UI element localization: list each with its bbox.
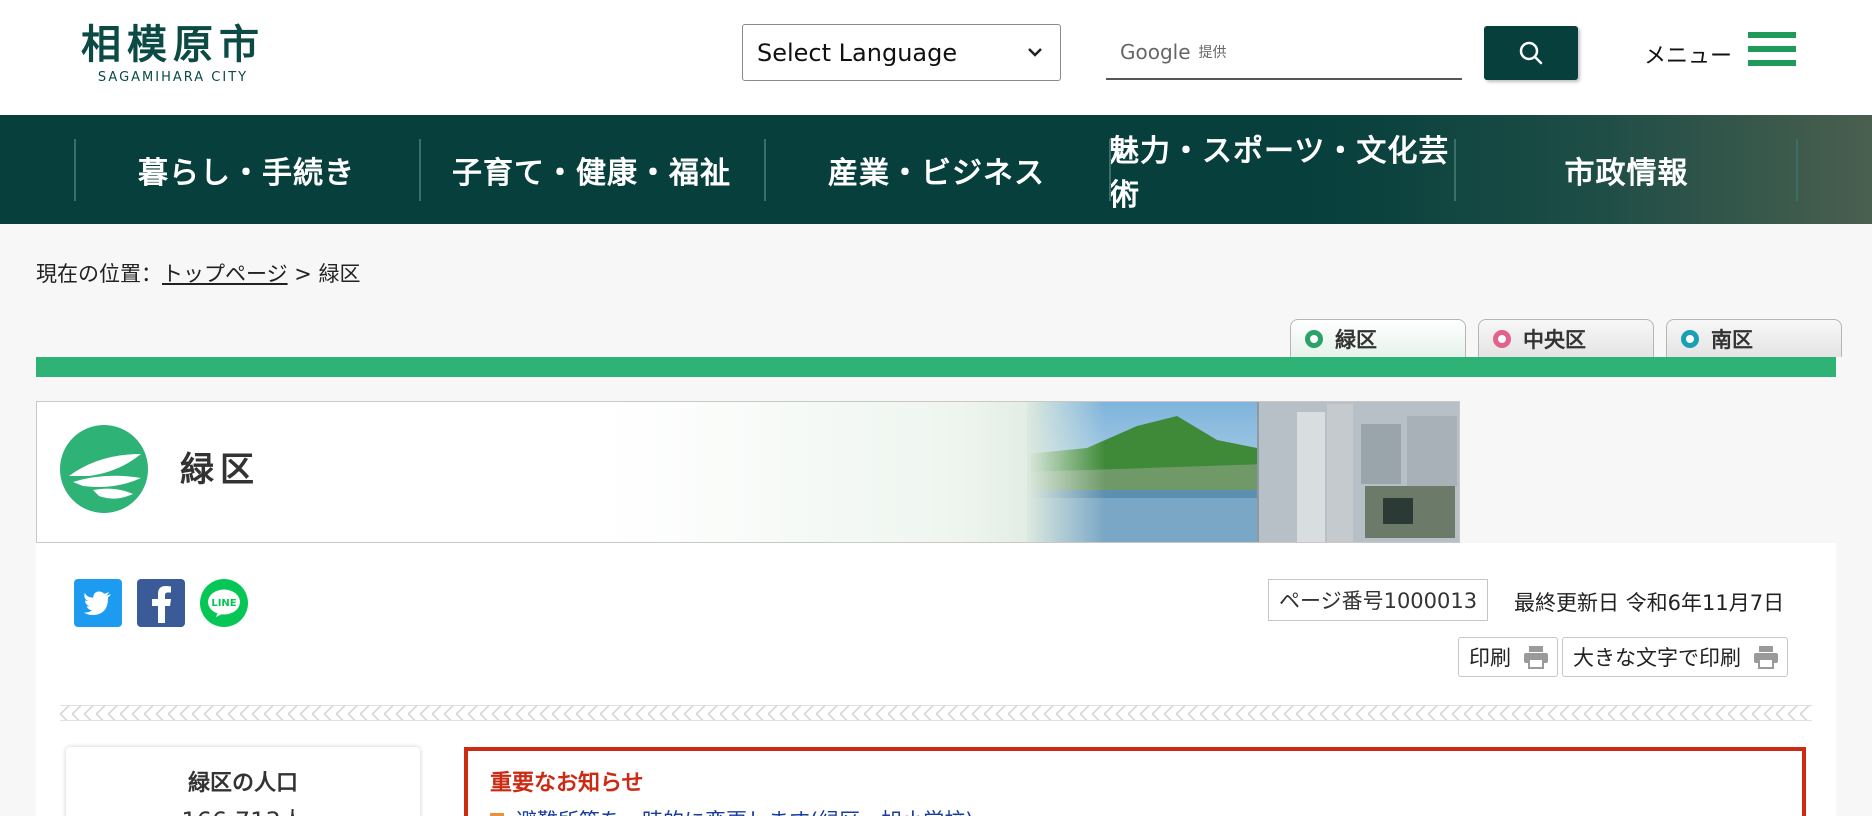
line-icon: LINE — [208, 589, 240, 617]
nav-item-business[interactable]: 産業・ビジネス — [764, 115, 1109, 224]
facebook-icon — [152, 586, 171, 623]
ward-dot-icon — [1493, 329, 1511, 348]
breadcrumb-current: 緑区 — [318, 262, 361, 286]
tab-chuo-ward[interactable]: 中央区 — [1478, 319, 1654, 357]
main-content: LINE ページ番号1000013 最終更新日 令和6年11月7日 印刷 大きな… — [36, 543, 1836, 816]
large-print-button[interactable]: 大きな文字で印刷 — [1562, 637, 1788, 677]
ward-tabs: 緑区 中央区 南区 — [1290, 319, 1854, 357]
tab-minami-ward[interactable]: 南区 — [1666, 319, 1842, 357]
logo-roman: SAGAMIHARA CITY — [97, 70, 249, 85]
ward-color-bar — [36, 357, 1836, 377]
hamburger-menu-icon[interactable] — [1748, 32, 1796, 70]
global-nav: 暮らし・手続き 子育て・健康・福祉 産業・ビジネス 魅力・スポーツ・文化芸術 市… — [0, 115, 1872, 224]
nav-item-culture-sports[interactable]: 魅力・スポーツ・文化芸術 — [1109, 115, 1454, 224]
search-input[interactable] — [1106, 26, 1462, 78]
print-button[interactable]: 印刷 — [1458, 637, 1558, 677]
site-header: 相模原市 SAGAMIHARA CITY Select Language Goo… — [0, 0, 1872, 115]
print-button-label: 印刷 — [1469, 646, 1511, 670]
search-icon — [1519, 41, 1543, 65]
logo-kanji: 相模原市 — [81, 21, 265, 68]
population-title: 緑区の人口 — [187, 771, 298, 796]
ward-scenery-image — [1027, 402, 1459, 542]
decorative-divider — [60, 705, 1812, 721]
ward-banner: 緑区 — [36, 401, 1460, 543]
population-value: 166,713人 — [66, 801, 420, 816]
breadcrumb-home-link[interactable]: トップページ — [162, 262, 288, 286]
nav-divider — [1796, 139, 1798, 201]
important-notice: 重要なお知らせ 避難所等を一時的に変更します(緑区・旭小学校) — [464, 747, 1806, 816]
nav-item-city-info[interactable]: 市政情報 — [1454, 115, 1799, 224]
large-print-button-label: 大きな文字で印刷 — [1573, 646, 1741, 670]
midori-ward-emblem-icon — [60, 425, 148, 513]
printer-icon — [1754, 646, 1778, 669]
nav-item-childcare-health[interactable]: 子育て・健康・福祉 — [419, 115, 764, 224]
tab-label: 緑区 — [1335, 327, 1377, 352]
printer-icon — [1524, 646, 1548, 669]
page-number: ページ番号1000013 — [1268, 579, 1489, 621]
breadcrumb: 現在の位置：トップページ > 緑区 — [36, 258, 361, 288]
nav-item-living[interactable]: 暮らし・手続き — [74, 115, 419, 224]
social-share: LINE — [74, 579, 263, 627]
breadcrumb-separator: > — [287, 262, 319, 286]
svg-text:LINE: LINE — [211, 598, 236, 609]
ward-dot-icon — [1305, 329, 1323, 348]
notice-link[interactable]: 避難所等を一時的に変更します(緑区・旭小学校) — [490, 805, 1780, 816]
search-box: Google 提供 — [1106, 26, 1462, 80]
last-updated: 最終更新日 令和6年11月7日 — [1514, 591, 1785, 615]
language-select-label: Select Language — [757, 38, 958, 67]
tab-label: 南区 — [1711, 327, 1753, 352]
tab-label: 中央区 — [1523, 327, 1586, 352]
site-logo[interactable]: 相模原市 SAGAMIHARA CITY — [78, 21, 268, 86]
ward-dot-icon — [1681, 329, 1699, 348]
breadcrumb-prefix: 現在の位置： — [36, 262, 162, 286]
twitter-share-button[interactable] — [74, 579, 122, 627]
notice-link-label: 避難所等を一時的に変更します(緑区・旭小学校) — [516, 805, 973, 816]
menu-label[interactable]: メニュー — [1644, 38, 1732, 70]
banner-title: 緑区 — [180, 450, 260, 490]
chevron-down-icon — [1028, 48, 1042, 57]
line-share-button[interactable]: LINE — [200, 579, 248, 627]
language-select[interactable]: Select Language — [742, 24, 1061, 81]
twitter-icon — [83, 591, 111, 615]
tab-midori-ward[interactable]: 緑区 — [1290, 319, 1466, 357]
population-box: 緑区の人口 166,713人 — [66, 747, 420, 816]
notice-title: 重要なお知らせ — [490, 771, 644, 796]
facebook-share-button[interactable] — [137, 579, 185, 627]
search-button[interactable] — [1484, 26, 1578, 80]
